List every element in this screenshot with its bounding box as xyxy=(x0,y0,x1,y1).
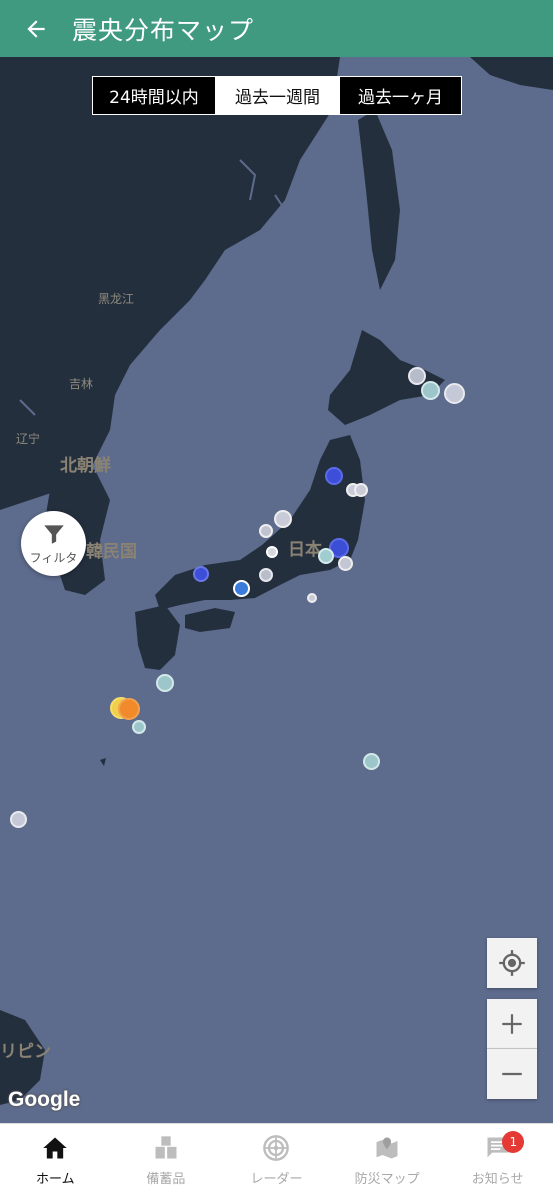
notification-badge: 1 xyxy=(502,1131,525,1153)
funnel-icon xyxy=(43,525,64,544)
home-icon xyxy=(43,1137,67,1159)
epicenter-marker[interactable] xyxy=(156,674,174,692)
arrow-left-icon xyxy=(27,19,45,38)
nav-home[interactable]: ホーム xyxy=(0,1124,111,1199)
map-label-japan: 日本 xyxy=(288,540,322,560)
nav-radar-label: レーダー xyxy=(250,1172,303,1187)
epicenter-marker[interactable] xyxy=(354,483,368,497)
epicenter-marker[interactable] xyxy=(338,556,353,571)
nav-home-label: ホーム xyxy=(35,1172,75,1187)
epicenter-marker[interactable] xyxy=(325,467,343,485)
epicenter-marker[interactable] xyxy=(421,381,440,400)
page-title: 震央分布マップ xyxy=(72,15,255,45)
crosshair-icon xyxy=(499,950,525,976)
nav-disaster-map-label: 防災マップ xyxy=(354,1172,420,1187)
zoom-out-button[interactable] xyxy=(487,1049,537,1099)
bottom-navigation: ホーム 備蓄品 レーダー 防災マップ 1 お知らせ xyxy=(0,1123,553,1199)
epicenter-marker[interactable] xyxy=(132,720,146,734)
google-attribution: Google xyxy=(8,1088,81,1111)
map-label-liaoning: 辽宁 xyxy=(16,432,41,446)
filter-button[interactable]: フィルタ xyxy=(21,511,86,576)
app-bar: 震央分布マップ xyxy=(0,0,553,57)
tab-past-week[interactable]: 過去一週間 xyxy=(215,77,340,114)
map-label-heilongjiang: 黑龙江 xyxy=(98,292,135,306)
epicenter-marker[interactable] xyxy=(118,698,140,720)
epicenter-marker[interactable] xyxy=(193,566,209,582)
nav-supplies-label: 備蓄品 xyxy=(146,1172,186,1187)
nav-disaster-map[interactable]: 防災マップ xyxy=(332,1124,443,1199)
epicenter-marker[interactable] xyxy=(363,753,380,770)
map-label-south-korea: 韓民国 xyxy=(86,542,137,562)
epicenter-marker[interactable] xyxy=(274,510,292,528)
filter-label: フィルタ xyxy=(29,551,78,565)
epicenter-marker[interactable] xyxy=(307,593,317,603)
plus-icon xyxy=(502,1013,522,1034)
minus-icon xyxy=(502,1072,522,1076)
epicenter-marker[interactable] xyxy=(259,524,273,538)
radar-icon xyxy=(263,1135,290,1161)
boxes-icon xyxy=(155,1136,177,1159)
epicenter-marker[interactable] xyxy=(266,546,278,558)
epicenter-marker[interactable] xyxy=(233,580,250,597)
epicenter-marker[interactable] xyxy=(10,811,27,828)
epicenter-marker[interactable] xyxy=(408,367,426,385)
epicenter-marker[interactable] xyxy=(318,548,334,564)
epicenter-marker[interactable] xyxy=(259,568,273,582)
nav-notifications-label: お知らせ xyxy=(471,1172,524,1187)
map-label-north-korea: 北朝鮮 xyxy=(60,456,111,476)
map-pin-icon xyxy=(376,1137,398,1159)
nav-radar[interactable]: レーダー xyxy=(221,1124,332,1199)
map-label-jilin: 吉林 xyxy=(69,377,94,391)
tab-24-hours[interactable]: 24時間以内 xyxy=(93,77,215,114)
time-range-selector: 24時間以内 過去一週間 過去一ヶ月 xyxy=(92,76,462,115)
map-label-philippines: リピン xyxy=(0,1042,51,1062)
nav-supplies[interactable]: 備蓄品 xyxy=(111,1124,222,1199)
map-background xyxy=(0,57,553,1123)
epicenter-marker[interactable] xyxy=(444,383,465,404)
back-button[interactable] xyxy=(0,0,72,57)
tab-past-month[interactable]: 過去一ヶ月 xyxy=(340,77,461,114)
epicenter-map[interactable]: 黑龙江 吉林 辽宁 北朝鮮 韓民国 日本 リピン xyxy=(0,57,553,1123)
locate-button[interactable] xyxy=(487,938,537,988)
zoom-in-button[interactable] xyxy=(487,999,537,1049)
nav-notifications[interactable]: 1 お知らせ xyxy=(442,1124,553,1199)
